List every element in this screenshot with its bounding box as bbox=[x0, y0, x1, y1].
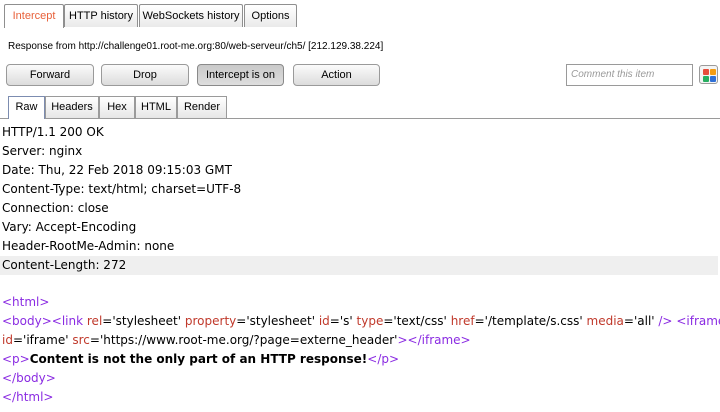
code-line-html-open: <html> bbox=[2, 293, 718, 312]
intercept-toggle-button[interactable]: Intercept is on bbox=[197, 64, 284, 86]
p-open-tag: <p> bbox=[2, 352, 30, 366]
link-close-tag: /> bbox=[654, 314, 673, 328]
tab-render[interactable]: Render bbox=[177, 96, 227, 118]
raw-response-editor[interactable]: HTTP/1.1 200 OK Server: nginx Date: Thu,… bbox=[0, 119, 720, 412]
header-vary: Vary: Accept-Encoding bbox=[2, 220, 137, 234]
tab-html[interactable]: HTML bbox=[135, 96, 177, 118]
iframe-id-attr: id bbox=[2, 333, 13, 347]
src-attr: src bbox=[72, 333, 90, 347]
header-date: Date: Thu, 22 Feb 2018 09:15:03 GMT bbox=[2, 163, 232, 177]
header-content-length: Content-Length: 272 bbox=[0, 256, 718, 275]
media-attr: media bbox=[586, 314, 624, 328]
rel-attr: rel bbox=[86, 314, 103, 328]
src-value: 'https://www.root-me.org/?page=externe_h… bbox=[99, 333, 398, 347]
id-attr: id bbox=[318, 314, 330, 328]
media-value: 'all' bbox=[633, 314, 655, 328]
tab-intercept[interactable]: Intercept bbox=[4, 4, 64, 28]
type-value: 'text/css' bbox=[393, 314, 447, 328]
type-attr: type bbox=[356, 314, 384, 328]
tab-raw[interactable]: Raw bbox=[8, 96, 45, 119]
property-attr: property bbox=[184, 314, 237, 328]
href-value: '/template/s.css' bbox=[484, 314, 583, 328]
tab-websockets-history[interactable]: WebSockets history bbox=[139, 4, 243, 27]
header-content-type: Content-Type: text/html; charset=UTF-8 bbox=[2, 182, 242, 196]
href-attr: href bbox=[450, 314, 475, 328]
id-value: 's' bbox=[339, 314, 353, 328]
link-open-tag: <link bbox=[51, 314, 87, 328]
tab-headers[interactable]: Headers bbox=[45, 96, 99, 118]
html-close-tag: </html> bbox=[2, 390, 54, 404]
html-open-tag: <html> bbox=[2, 295, 50, 309]
tab-http-history[interactable]: HTTP history bbox=[64, 4, 138, 27]
highlight-color-icon[interactable] bbox=[699, 65, 718, 84]
drop-button[interactable]: Drop bbox=[101, 64, 189, 86]
header-server: Server: nginx bbox=[2, 144, 83, 158]
response-source: Response from http://challenge01.root-me… bbox=[8, 41, 384, 52]
header-rootme-admin: Header-RootMe-Admin: none bbox=[2, 239, 175, 253]
code-line-html-close: </html> bbox=[2, 388, 718, 407]
forward-button[interactable]: Forward bbox=[6, 64, 94, 86]
body-close-tag: </body> bbox=[2, 371, 56, 385]
code-line-paragraph: <p>Content is not the only part of an HT… bbox=[2, 350, 718, 369]
paragraph-text: Content is not the only part of an HTTP … bbox=[29, 352, 368, 366]
code-line-body-close: </body> bbox=[2, 369, 718, 388]
tab-hex[interactable]: Hex bbox=[99, 96, 135, 118]
header-connection: Connection: close bbox=[2, 201, 109, 215]
p-close-tag: </p> bbox=[367, 352, 400, 366]
iframe-id-value: 'iframe' bbox=[23, 333, 69, 347]
rel-value: 'stylesheet' bbox=[112, 314, 182, 328]
main-tab-bar: Intercept HTTP history WebSockets histor… bbox=[0, 0, 720, 29]
property-value: 'stylesheet' bbox=[246, 314, 316, 328]
iframe-close-tag: </iframe> bbox=[407, 333, 471, 347]
iframe-gt: > bbox=[397, 333, 408, 347]
action-button[interactable]: Action bbox=[293, 64, 380, 86]
body-open-tag: <body> bbox=[2, 314, 52, 328]
code-line-iframe: id='iframe' src='https://www.root-me.org… bbox=[2, 333, 471, 347]
iframe-open-tag: <iframe bbox=[676, 314, 720, 328]
status-line: HTTP/1.1 200 OK bbox=[2, 125, 104, 139]
comment-field[interactable]: Comment this item bbox=[566, 64, 693, 86]
tab-options[interactable]: Options bbox=[244, 4, 297, 27]
code-line-body: <body><link rel='stylesheet' property='s… bbox=[2, 312, 720, 331]
